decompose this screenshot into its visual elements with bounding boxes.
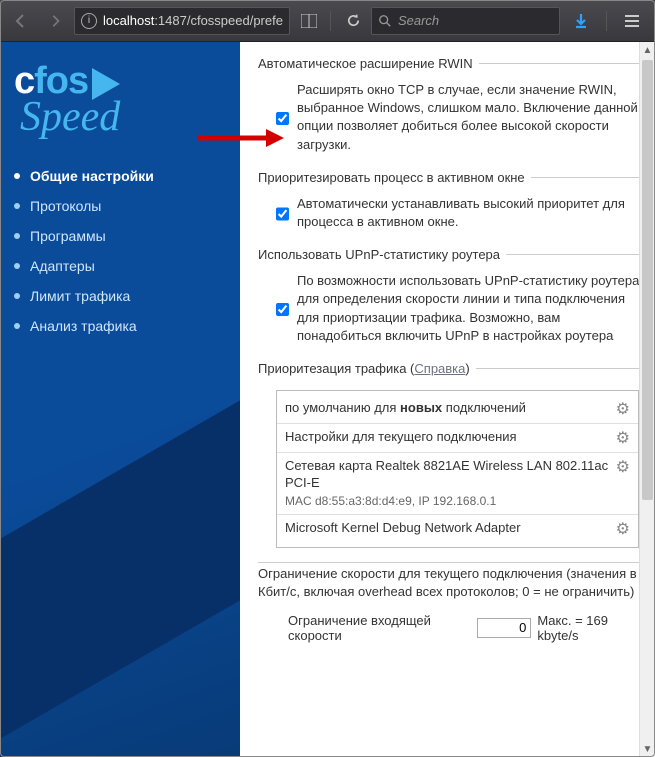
prio-row-current[interactable]: Настройки для текущего подключения ⚙ bbox=[277, 424, 638, 453]
prio-label: Microsoft Kernel Debug Network Adapter bbox=[285, 519, 610, 537]
search-box[interactable]: Search bbox=[371, 7, 560, 35]
sidebar-item-label: Программы bbox=[30, 228, 106, 244]
forward-button[interactable] bbox=[40, 7, 70, 35]
sidebar-decoration bbox=[0, 354, 240, 757]
gear-icon[interactable]: ⚙ bbox=[616, 519, 630, 539]
scrollbar[interactable]: ▲ ▼ bbox=[639, 42, 655, 757]
section-prioritization: Приоритезация трафика (Справка) по умолч… bbox=[258, 361, 643, 548]
reload-button[interactable] bbox=[341, 8, 367, 34]
prioritization-list: по умолчанию для новых подключений ⚙ Нас… bbox=[276, 390, 639, 548]
sidebar-item-label: Протоколы bbox=[30, 198, 101, 214]
section-legend: Приоритезация трафика (Справка) bbox=[258, 361, 476, 376]
section-speed-limit: Ограничение скорости для текущего подклю… bbox=[258, 562, 643, 643]
active-window-description: Автоматически устанавливать высокий прио… bbox=[297, 195, 641, 231]
rwin-description: Расширять окно TCP в случае, если значен… bbox=[297, 81, 641, 154]
sidebar-item-label: Общие настройки bbox=[30, 168, 154, 184]
section-rwin: Автоматическое расширение RWIN Расширять… bbox=[258, 56, 643, 156]
sidebar-item-traffic-limit[interactable]: Лимит трафика bbox=[0, 281, 240, 311]
sidebar-item-label: Анализ трафика bbox=[30, 318, 137, 334]
hamburger-menu-button[interactable] bbox=[615, 7, 649, 35]
section-upnp: Использовать UPnP-статистику роутера По … bbox=[258, 247, 643, 347]
gear-icon[interactable]: ⚙ bbox=[616, 428, 630, 448]
search-placeholder: Search bbox=[398, 13, 439, 28]
incoming-limit-max: Макс. = 169 kbyte/s bbox=[537, 613, 643, 643]
sidebar-nav: Общие настройки Протоколы Программы Адап… bbox=[0, 153, 240, 341]
prio-label: Сетевая карта Realtek 8821AE Wireless LA… bbox=[285, 457, 610, 510]
active-window-checkbox[interactable] bbox=[276, 197, 289, 231]
incoming-limit-input[interactable] bbox=[477, 618, 531, 638]
prio-label: Настройки для текущего подключения bbox=[285, 428, 610, 446]
logo-text-speed: Speed bbox=[20, 93, 226, 141]
scroll-up-icon[interactable]: ▲ bbox=[640, 42, 655, 58]
sidebar-item-label: Лимит трафика bbox=[30, 288, 130, 304]
search-icon bbox=[378, 14, 392, 28]
info-icon[interactable]: i bbox=[81, 13, 97, 29]
prio-row-adapter-debug[interactable]: Microsoft Kernel Debug Network Adapter ⚙ bbox=[277, 515, 638, 543]
page-body: cfos Speed Общие настройки Протоколы Про… bbox=[0, 42, 655, 757]
help-link[interactable]: Справка bbox=[414, 361, 465, 376]
section-legend: Приоритезировать процесс в активном окне bbox=[258, 170, 531, 185]
prio-row-default[interactable]: по умолчанию для новых подключений ⚙ bbox=[277, 395, 638, 424]
gear-icon[interactable]: ⚙ bbox=[616, 457, 630, 477]
back-button[interactable] bbox=[6, 7, 36, 35]
sidebar-item-protocols[interactable]: Протоколы bbox=[0, 191, 240, 221]
sidebar-item-programs[interactable]: Программы bbox=[0, 221, 240, 251]
gear-icon[interactable]: ⚙ bbox=[616, 399, 630, 419]
section-active-window: Приоритезировать процесс в активном окне… bbox=[258, 170, 643, 233]
url-text: localhost:1487/cfosspeed/prefe bbox=[103, 13, 283, 28]
prio-label: по умолчанию для новых подключений bbox=[285, 399, 610, 417]
incoming-limit-label: Ограничение входящей скорости bbox=[288, 613, 471, 643]
browser-toolbar: i localhost:1487/cfosspeed/prefe Search bbox=[0, 0, 655, 42]
section-legend: Автоматическое расширение RWIN bbox=[258, 56, 479, 71]
scroll-thumb[interactable] bbox=[642, 60, 653, 500]
download-button[interactable] bbox=[564, 7, 598, 35]
sidebar-item-label: Адаптеры bbox=[30, 258, 95, 274]
toolbar-divider bbox=[330, 11, 331, 31]
sidebar-item-general[interactable]: Общие настройки bbox=[0, 161, 240, 191]
sidebar: cfos Speed Общие настройки Протоколы Про… bbox=[0, 42, 240, 757]
sidebar-item-adapters[interactable]: Адаптеры bbox=[0, 251, 240, 281]
upnp-checkbox[interactable] bbox=[276, 274, 289, 345]
reader-mode-icon[interactable] bbox=[296, 8, 322, 34]
speed-limit-title: Ограничение скорости для текущего подклю… bbox=[258, 562, 643, 613]
scroll-down-icon[interactable]: ▼ bbox=[640, 741, 655, 757]
upnp-description: По возможности использовать UPnP-статист… bbox=[297, 272, 641, 345]
section-legend: Использовать UPnP-статистику роутера bbox=[258, 247, 506, 262]
prio-row-adapter-wifi[interactable]: Сетевая карта Realtek 8821AE Wireless LA… bbox=[277, 453, 638, 515]
main-content: Автоматическое расширение RWIN Расширять… bbox=[240, 42, 655, 757]
sidebar-item-traffic-analysis[interactable]: Анализ трафика bbox=[0, 311, 240, 341]
address-bar[interactable]: i localhost:1487/cfosspeed/prefe bbox=[74, 7, 290, 35]
annotation-arrow-icon bbox=[198, 127, 286, 149]
toolbar-divider-2 bbox=[606, 11, 607, 31]
